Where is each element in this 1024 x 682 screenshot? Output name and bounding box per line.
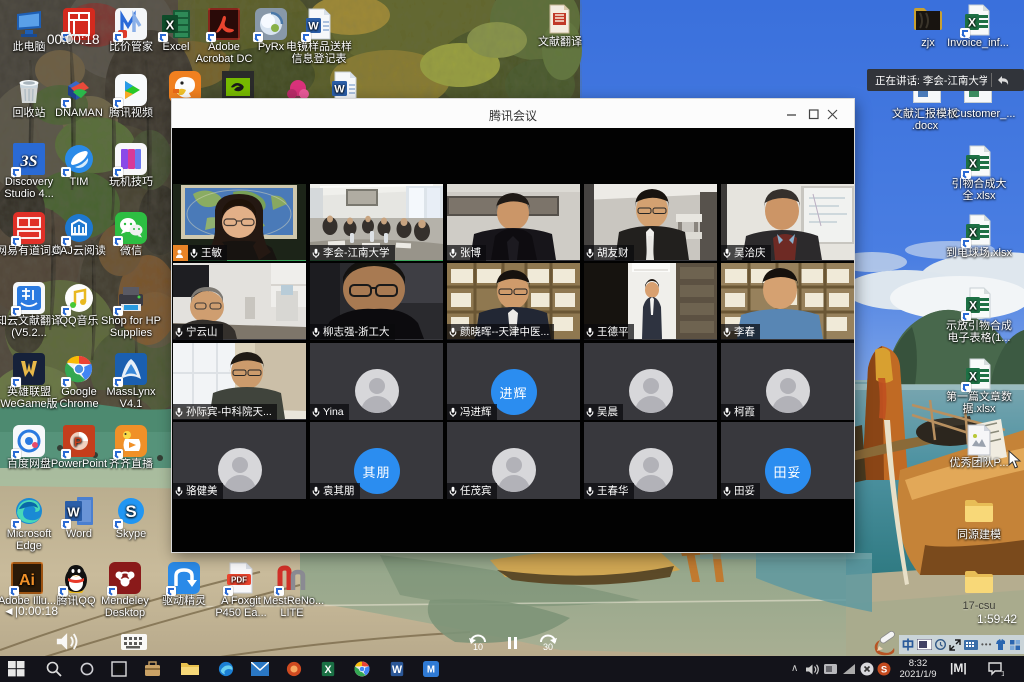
svg-text:X: X <box>969 226 977 240</box>
svg-text:W: W <box>67 505 80 520</box>
svg-text:X: X <box>166 18 175 33</box>
svg-text:Ai: Ai <box>19 572 35 589</box>
svg-text:ЗS: ЗS <box>19 153 37 170</box>
svg-text:W: W <box>392 664 403 676</box>
svg-text:10: 10 <box>473 642 483 652</box>
svg-text:X: X <box>969 299 977 313</box>
svg-text:30: 30 <box>543 642 553 652</box>
svg-text:W: W <box>334 84 345 96</box>
svg-text:X: X <box>969 157 977 171</box>
svg-text:1: 1 <box>1001 669 1004 677</box>
svg-text:W: W <box>308 21 319 33</box>
svg-text:S: S <box>881 665 887 676</box>
svg-text:PDF: PDF <box>231 576 247 585</box>
svg-text:X: X <box>968 16 976 30</box>
svg-text:S: S <box>125 502 136 521</box>
svg-text:X: X <box>324 664 332 676</box>
svg-text:P: P <box>74 435 82 449</box>
svg-text:M: M <box>427 665 435 676</box>
svg-text:X: X <box>969 370 977 384</box>
